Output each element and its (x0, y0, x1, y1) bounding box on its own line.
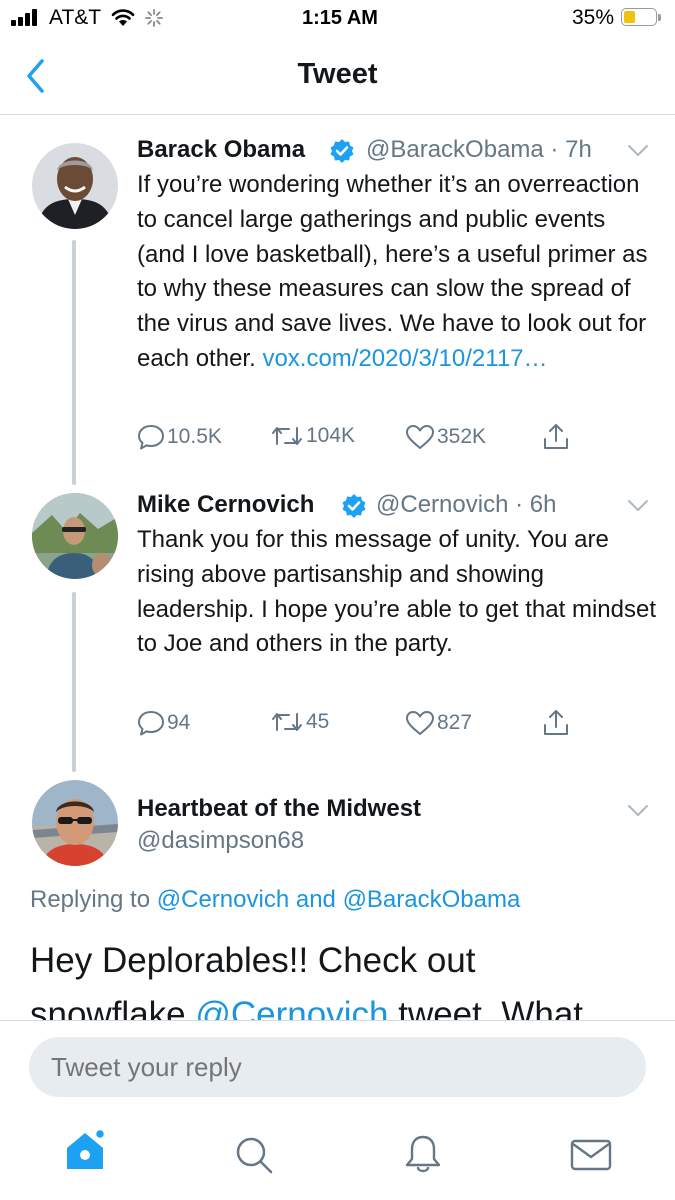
chevron-down-icon[interactable] (627, 804, 649, 818)
username[interactable]: @Cernovich (376, 491, 508, 518)
tweet-link[interactable]: vox.com/2020/3/10/2117… (262, 345, 547, 372)
status-bar: AT&T 1:15 AM 35% (0, 0, 675, 40)
tweet-text: Thank you for this message of unity. You… (137, 526, 656, 658)
reply-button[interactable]: 94 (137, 710, 190, 736)
reply-icon (138, 711, 164, 736)
tweet-text-line: snowflake @Cernovich tweet. What (30, 988, 670, 1020)
like-button[interactable]: 352K (405, 424, 486, 450)
reply-button[interactable]: 10.5K (137, 424, 222, 450)
notifications-icon[interactable] (404, 1133, 442, 1175)
retweet-count: 45 (306, 710, 330, 734)
tweet-meta: @BarackObama · 7h (366, 136, 592, 164)
display-name[interactable]: Heartbeat of the Midwest (137, 795, 421, 823)
avatar[interactable] (32, 780, 118, 866)
retweet-icon (272, 427, 302, 446)
signal-icon (11, 9, 41, 26)
retweet-icon (272, 713, 302, 732)
timestamp[interactable]: 7h (565, 136, 592, 163)
verified-badge-icon (330, 139, 354, 163)
thread-connector-line (72, 240, 76, 485)
tweet-text-fragment: tweet. What (398, 995, 584, 1020)
page-title: Tweet (297, 58, 378, 90)
battery-percent: 35% (572, 6, 615, 29)
mention-link[interactable]: @Cernovich (195, 995, 388, 1020)
avatar[interactable] (32, 143, 118, 229)
share-icon[interactable] (541, 422, 571, 452)
thread-connector-line (72, 592, 76, 772)
battery-icon (621, 8, 662, 28)
retweet-count: 104K (306, 424, 356, 448)
like-count: 827 (437, 711, 473, 734)
display-name[interactable]: Mike Cernovich (137, 491, 314, 519)
carrier-label: AT&T (49, 6, 102, 29)
tweet-meta: @Cernovich · 6h (376, 491, 556, 519)
chevron-down-icon[interactable] (627, 499, 649, 513)
tweet-text: If you’re wondering whether it’s an over… (137, 168, 657, 377)
avatar[interactable] (32, 493, 118, 579)
navigation-bar: Tweet (0, 40, 675, 115)
replying-to-label: Replying to (30, 886, 151, 913)
tab-bar (0, 1115, 675, 1200)
tweet-text-fragment: snowflake (30, 995, 186, 1020)
username[interactable]: @BarackObama (366, 136, 544, 163)
mention-link[interactable]: @BarackObama (343, 886, 521, 913)
replying-to-line: Replying to @Cernovich and @BarackObama (30, 886, 520, 914)
chevron-down-icon[interactable] (627, 144, 649, 158)
reply-count: 10.5K (167, 425, 222, 448)
verified-badge-icon (342, 494, 366, 518)
meta-separator: · (508, 491, 530, 518)
username[interactable]: @dasimpson68 (137, 827, 304, 855)
wifi-icon (111, 9, 135, 26)
mention-link[interactable]: @Cernovich (157, 886, 289, 913)
meta-separator: · (543, 136, 566, 163)
heart-icon (406, 711, 434, 735)
search-icon[interactable] (234, 1135, 274, 1175)
reply-count: 94 (167, 711, 191, 734)
timestamp[interactable]: 6h (530, 491, 557, 518)
share-icon[interactable] (541, 708, 571, 738)
home-icon[interactable] (64, 1129, 108, 1171)
like-count: 352K (437, 425, 487, 448)
tweet-text-line: Hey Deplorables!! Check out (30, 941, 476, 980)
tweet-body: If you’re wondering whether it’s an over… (137, 171, 648, 372)
clock: 1:15 AM (302, 7, 378, 29)
loading-spinner-icon (145, 9, 163, 27)
like-button[interactable]: 827 (405, 710, 472, 736)
reply-composer (0, 1020, 675, 1116)
messages-icon[interactable] (570, 1139, 612, 1171)
focused-tweet-text: Hey Deplorables!! Check out snowflake @C… (30, 934, 670, 1020)
reply-icon (138, 425, 164, 450)
replying-and[interactable]: and (296, 886, 336, 913)
display-name[interactable]: Barack Obama (137, 136, 305, 164)
retweet-button[interactable]: 104K (270, 424, 355, 448)
reply-input[interactable] (29, 1037, 646, 1097)
heart-icon (406, 425, 434, 449)
retweet-button[interactable]: 45 (270, 710, 329, 734)
